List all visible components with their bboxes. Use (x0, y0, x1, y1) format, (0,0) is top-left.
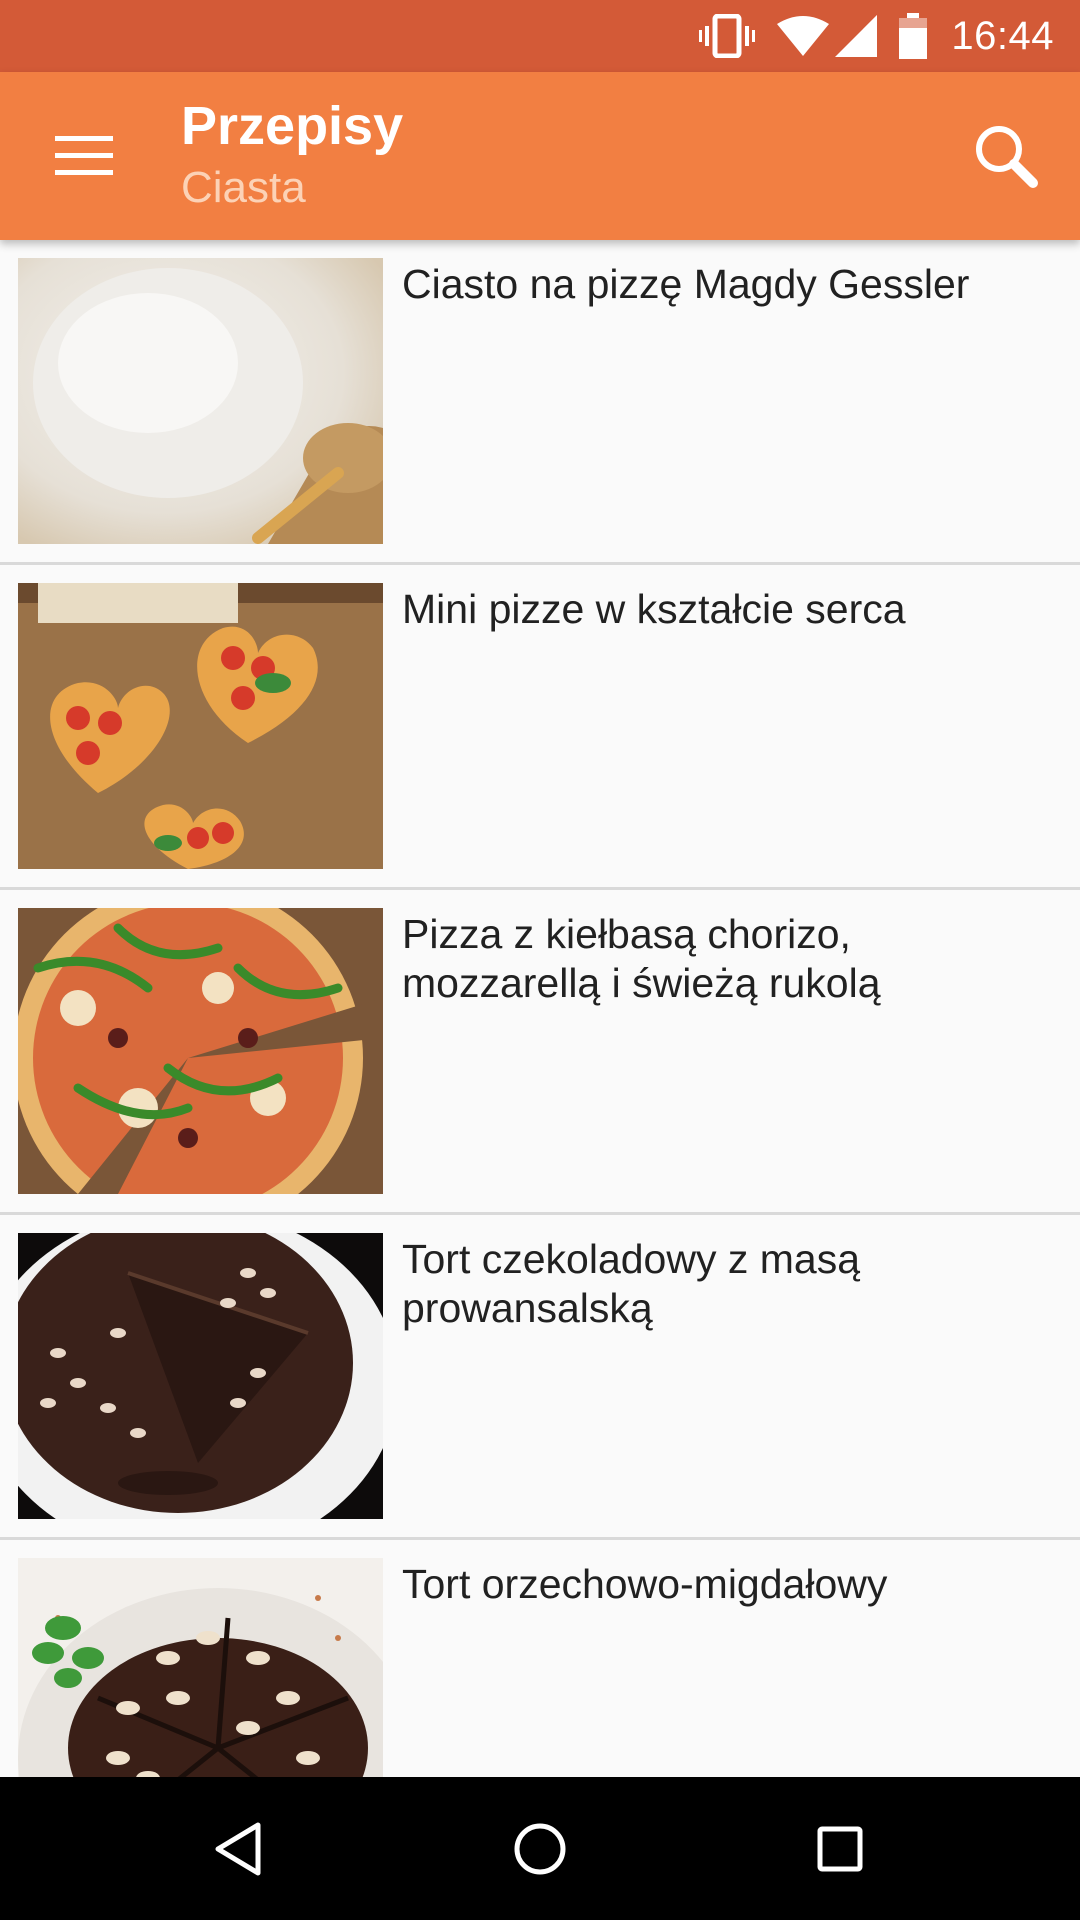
hamburger-menu-icon (55, 136, 113, 175)
status-time: 16:44 (951, 13, 1054, 58)
pizza-dough-image (18, 258, 383, 544)
navigation-bar (0, 1777, 1080, 1920)
recent-apps-button[interactable] (790, 1799, 890, 1899)
recent-apps-icon (817, 1826, 863, 1872)
recipe-list-item[interactable]: Tort czekoladowy z masą prowansalską (0, 1215, 1080, 1540)
home-button[interactable] (490, 1799, 590, 1899)
recipe-title: Ciasto na pizzę Magdy Gessler (402, 261, 970, 307)
nut-almond-cake-image (18, 1558, 383, 1777)
recipe-list-item[interactable]: Mini pizze w kształcie serca (0, 565, 1080, 890)
recipe-title: Mini pizze w kształcie serca (402, 586, 906, 632)
app-screen: 16:44 Przepisy Ciasta Ciasto na pizzę Ma… (0, 0, 1080, 1920)
title-block: Przepisy Ciasta (181, 94, 403, 216)
recipe-title: Tort orzechowo-migdałowy (402, 1561, 888, 1607)
back-button[interactable] (190, 1799, 290, 1899)
recipe-list-item[interactable]: Ciasto na pizzę Magdy Gessler (0, 240, 1080, 565)
search-icon (976, 126, 1038, 188)
recipe-title: Pizza z kiełbasą chorizo, mozzarellą i ś… (402, 911, 881, 1006)
heart-pizza-image (18, 583, 383, 869)
recipe-list-item[interactable]: Pizza z kiełbasą chorizo, mozzarellą i ś… (0, 890, 1080, 1215)
page-subtitle: Ciasta (181, 163, 306, 212)
recipe-list-item[interactable]: Tort orzechowo-migdałowy (0, 1540, 1080, 1777)
recipe-title: Tort czekoladowy z masą prowansalską (402, 1236, 861, 1331)
status-bar: 16:44 (0, 0, 1080, 72)
menu-button[interactable] (40, 112, 128, 200)
wifi-icon (777, 16, 830, 56)
battery-icon (899, 13, 928, 59)
signal-icon (835, 15, 878, 57)
back-icon (215, 1822, 261, 1876)
page-title: Przepisy (181, 96, 404, 156)
vibrate-icon (699, 14, 756, 58)
chorizo-pizza-image (18, 908, 383, 1194)
chocolate-cake-image (18, 1233, 383, 1519)
recipe-list[interactable]: Ciasto na pizzę Magdy Gessler Mini pizze… (0, 240, 1080, 1777)
search-button[interactable] (960, 110, 1052, 202)
home-icon (514, 1823, 566, 1875)
app-bar: Przepisy Ciasta (0, 72, 1080, 240)
